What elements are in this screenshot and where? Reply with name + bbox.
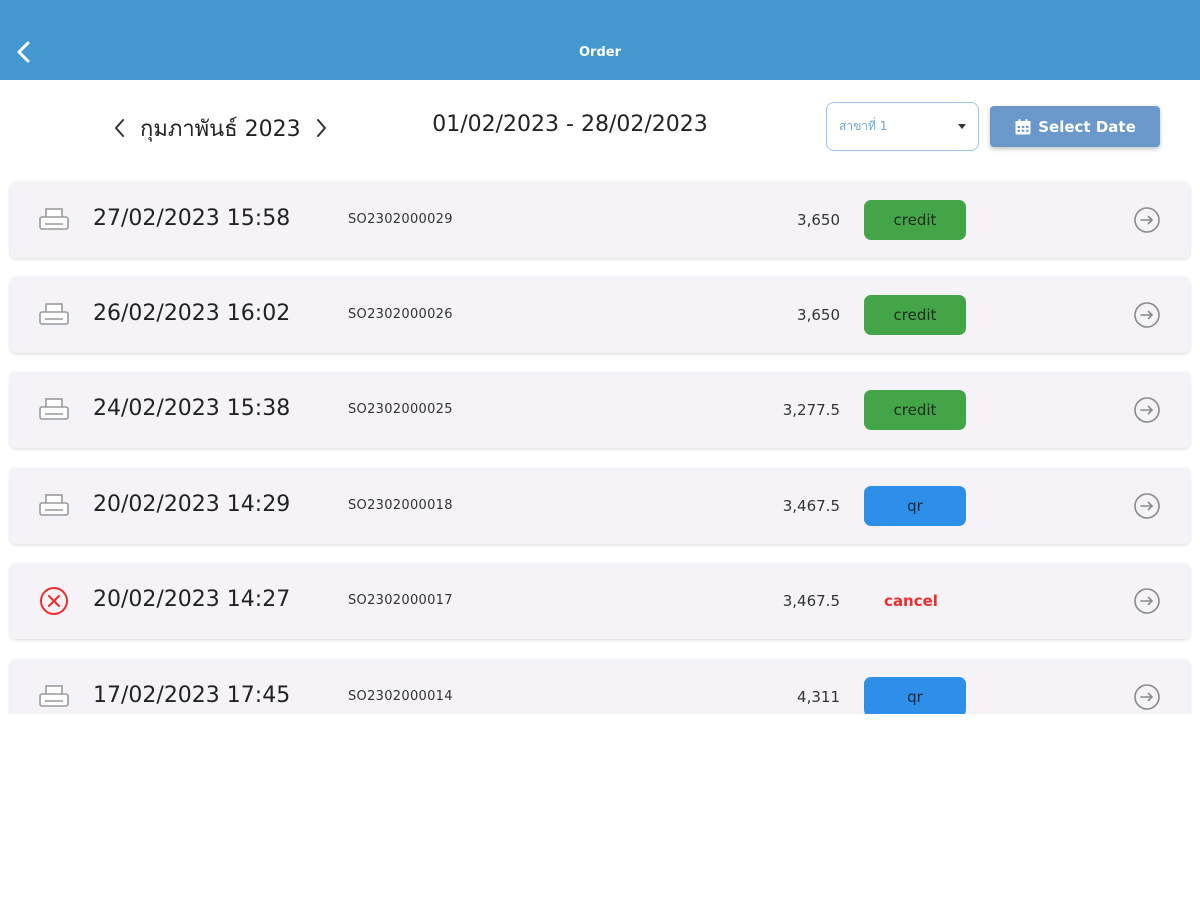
select-date-button[interactable]: Select Date bbox=[990, 106, 1160, 147]
chevron-left-icon bbox=[115, 119, 124, 137]
month-label: กุมภาพันธ์ 2023 bbox=[140, 116, 301, 142]
arrow-circle-right-icon[interactable] bbox=[1133, 396, 1161, 424]
date-range-label: 01/02/2023 - 28/02/2023 bbox=[432, 112, 708, 137]
order-id: SO2302000014 bbox=[348, 689, 453, 704]
select-date-label: Select Date bbox=[1038, 117, 1136, 136]
order-id: SO2302000025 bbox=[348, 402, 453, 417]
branch-value: สาขาที่ 1 bbox=[839, 119, 888, 133]
order-datetime: 27/02/2023 15:58 bbox=[93, 206, 291, 231]
order-datetime: 24/02/2023 15:38 bbox=[93, 396, 291, 421]
payment-status-badge: credit bbox=[864, 390, 966, 430]
order-amount: 3,650 bbox=[797, 211, 840, 229]
order-row[interactable]: 24/02/2023 15:38 SO2302000025 3,277.5 cr… bbox=[10, 372, 1190, 448]
order-list[interactable]: 27/02/2023 15:58 SO2302000029 3,650 cred… bbox=[0, 178, 1200, 714]
order-id: SO2302000029 bbox=[348, 212, 453, 227]
order-id: SO2302000026 bbox=[348, 307, 453, 322]
order-row[interactable]: 17/02/2023 17:45 SO2302000014 4,311 qr bbox=[10, 659, 1190, 714]
printer-icon[interactable] bbox=[38, 491, 70, 521]
order-row[interactable]: 20/02/2023 14:29 SO2302000018 3,467.5 qr bbox=[10, 468, 1190, 544]
arrow-circle-right-icon[interactable] bbox=[1133, 301, 1161, 329]
order-amount: 4,311 bbox=[797, 688, 840, 706]
previous-month-button[interactable] bbox=[108, 108, 132, 148]
calendar-icon bbox=[1014, 118, 1032, 136]
payment-status-badge: qr bbox=[864, 677, 966, 714]
arrow-circle-right-icon[interactable] bbox=[1133, 683, 1161, 711]
caret-down-icon bbox=[958, 124, 966, 129]
order-datetime: 26/02/2023 16:02 bbox=[93, 301, 291, 326]
order-datetime: 17/02/2023 17:45 bbox=[93, 683, 291, 708]
arrow-circle-right-icon[interactable] bbox=[1133, 587, 1161, 615]
app-bar: Order bbox=[0, 0, 1200, 80]
payment-status-badge: qr bbox=[864, 486, 966, 526]
order-id: SO2302000018 bbox=[348, 498, 453, 513]
printer-icon[interactable] bbox=[38, 395, 70, 425]
order-row[interactable]: 26/02/2023 16:02 SO2302000026 3,650 cred… bbox=[10, 277, 1190, 353]
order-row[interactable]: 27/02/2023 15:58 SO2302000029 3,650 cred… bbox=[10, 182, 1190, 258]
page-title: Order bbox=[579, 45, 621, 60]
cancel-circle-icon bbox=[38, 586, 70, 616]
arrow-circle-right-icon[interactable] bbox=[1133, 492, 1161, 520]
order-id: SO2302000017 bbox=[348, 593, 453, 608]
printer-icon[interactable] bbox=[38, 682, 70, 712]
payment-status-badge: credit bbox=[864, 295, 966, 335]
order-row[interactable]: 20/02/2023 14:27 SO2302000017 3,467.5 ca… bbox=[10, 563, 1190, 639]
order-datetime: 20/02/2023 14:29 bbox=[93, 492, 291, 517]
order-amount: 3,277.5 bbox=[782, 401, 840, 419]
payment-status-badge: credit bbox=[864, 200, 966, 240]
order-amount: 3,467.5 bbox=[782, 592, 840, 610]
arrow-circle-right-icon[interactable] bbox=[1133, 206, 1161, 234]
chevron-right-icon bbox=[316, 119, 326, 137]
payment-status-badge: cancel bbox=[884, 592, 938, 610]
printer-icon[interactable] bbox=[38, 300, 70, 330]
order-datetime: 20/02/2023 14:27 bbox=[93, 587, 291, 612]
order-amount: 3,467.5 bbox=[782, 497, 840, 515]
branch-dropdown[interactable]: สาขาที่ 1 bbox=[826, 102, 979, 151]
next-month-button[interactable] bbox=[309, 108, 333, 148]
printer-icon[interactable] bbox=[38, 205, 70, 235]
order-amount: 3,650 bbox=[797, 306, 840, 324]
month-navigator: กุมภาพันธ์ 2023 bbox=[108, 108, 333, 148]
